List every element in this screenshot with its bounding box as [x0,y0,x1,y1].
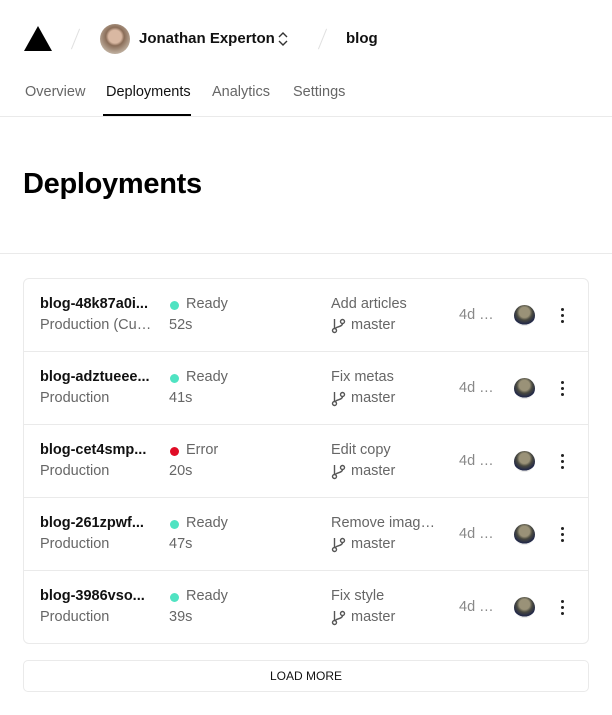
commit-message[interactable]: Fix style [331,588,443,604]
branch-name[interactable]: master [351,463,395,479]
chevron-up-down-icon[interactable] [276,28,290,50]
load-more-button[interactable]: LOAD MORE [23,660,589,692]
commit-message[interactable]: Edit copy [331,442,443,458]
deployment-age: 4d a... [459,307,499,323]
more-options-icon[interactable] [552,305,572,325]
status-dot-icon [170,301,179,310]
build-duration: 47s [169,536,193,552]
triangle-logo-icon[interactable] [24,26,52,51]
author-avatar [514,524,535,545]
author-avatar [514,305,535,326]
breadcrumb-separator [317,28,328,50]
build-duration: 39s [169,609,193,625]
more-options-icon[interactable] [552,597,572,617]
page-title: Deployments [23,168,202,200]
status-label: Error [186,442,219,458]
status-label: Ready [186,369,228,385]
status-dot-icon [170,374,179,383]
more-options-icon[interactable] [552,524,572,544]
deployment-name[interactable]: blog-3986vso... [40,588,156,604]
deployment-environment: Production [40,536,110,552]
deployment-row[interactable]: blog-261zpwf... Production Ready 47s Rem… [24,498,588,571]
deployment-name[interactable]: blog-261zpwf... [40,515,156,531]
commit-message[interactable]: Fix metas [331,369,443,385]
git-branch-icon [331,610,346,626]
author-avatar [514,451,535,472]
author-avatar [514,378,535,399]
git-branch-icon [331,464,346,480]
more-options-icon[interactable] [552,378,572,398]
top-bar: Jonathan Experton blog [0,0,612,78]
deployment-name[interactable]: blog-48k87a0i... [40,296,156,312]
section-divider [0,253,612,254]
branch-name[interactable]: master [351,609,395,625]
user-name[interactable]: Jonathan Experton [139,30,275,47]
status-dot-icon [170,447,179,456]
status-dot-icon [170,520,179,529]
deployment-age: 4d a... [459,599,499,615]
git-branch-icon [331,391,346,407]
git-branch-icon [331,537,346,553]
deployments-list: blog-48k87a0i... Production (Curr... Rea… [23,278,589,644]
deployment-name[interactable]: blog-cet4smp... [40,442,156,458]
deployment-environment: Production [40,463,110,479]
status-dot-icon [170,593,179,602]
deployment-environment: Production [40,609,110,625]
project-name[interactable]: blog [346,30,378,47]
tab-settings[interactable]: Settings [293,84,345,100]
branch-name[interactable]: master [351,390,395,406]
deployment-age: 4d a... [459,526,499,542]
deployment-environment: Production [40,390,110,406]
deployment-row[interactable]: blog-cet4smp... Production Error 20s Edi… [24,425,588,498]
status-label: Ready [186,588,228,604]
build-duration: 20s [169,463,193,479]
status-label: Ready [186,515,228,531]
commit-message[interactable]: Remove image ... [331,515,443,531]
breadcrumb-separator [70,28,81,50]
branch-name[interactable]: master [351,317,395,333]
user-avatar[interactable] [100,24,130,54]
git-branch-icon [331,318,346,334]
deployment-row[interactable]: blog-3986vso... Production Ready 39s Fix… [24,571,588,644]
branch-name[interactable]: master [351,536,395,552]
deployment-row[interactable]: blog-adztueee... Production Ready 41s Fi… [24,352,588,425]
deployment-age: 4d a... [459,380,499,396]
commit-message[interactable]: Add articles [331,296,443,312]
tab-overview[interactable]: Overview [25,84,85,100]
tab-deployments[interactable]: Deployments [106,84,191,100]
status-label: Ready [186,296,228,312]
deployment-name[interactable]: blog-adztueee... [40,369,156,385]
more-options-icon[interactable] [552,451,572,471]
author-avatar [514,597,535,618]
build-duration: 41s [169,390,193,406]
tab-analytics[interactable]: Analytics [212,84,270,100]
deployment-age: 4d a... [459,453,499,469]
deployment-environment: Production (Curr... [40,317,156,333]
deployment-row[interactable]: blog-48k87a0i... Production (Curr... Rea… [24,279,588,352]
active-tab-indicator [103,114,191,116]
build-duration: 52s [169,317,193,333]
tab-bar: Overview Deployments Analytics Settings [0,78,612,117]
